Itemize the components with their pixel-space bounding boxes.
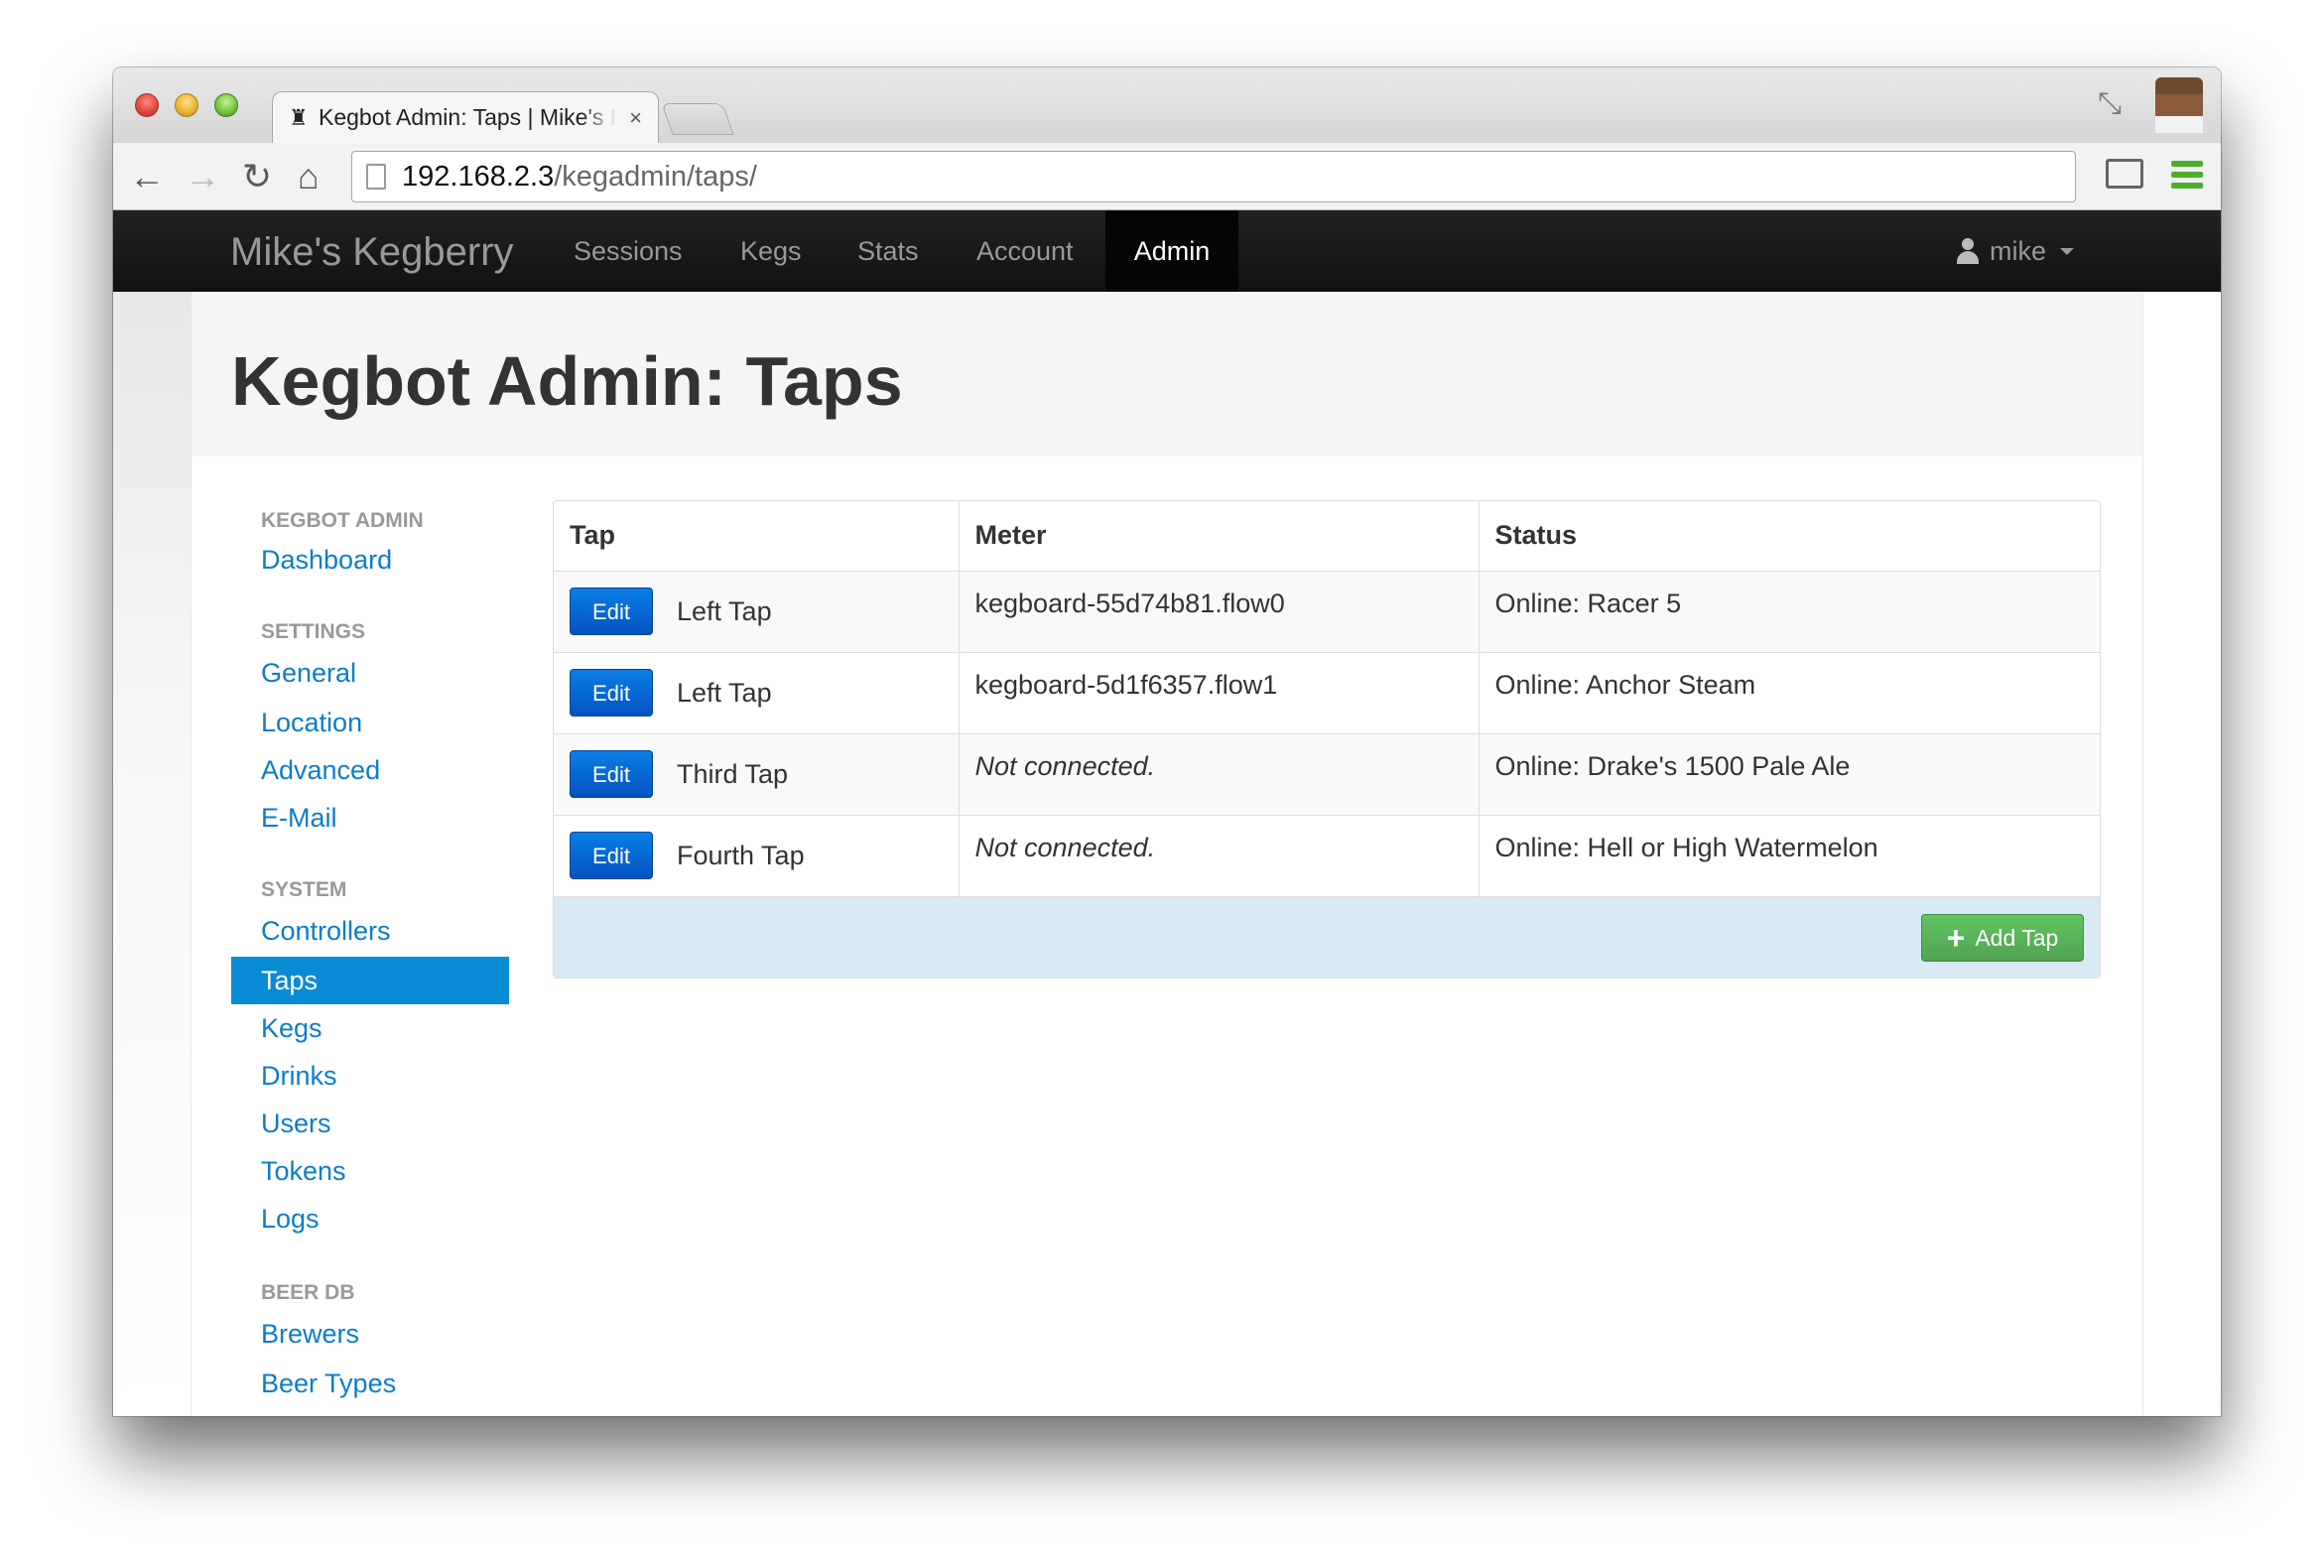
new-tab-button[interactable] [661, 103, 734, 135]
table-row: Edit Third Tap Not connected. Online: Dra… [554, 732, 2100, 815]
edit-button[interactable]: Edit [570, 588, 653, 635]
hamburger-menu-icon[interactable] [2171, 161, 2203, 189]
tab-strip: ♜ Kegbot Admin: Taps | Mike's Kegberry ×… [113, 67, 2221, 143]
sidebar-item-taps[interactable]: Taps [231, 957, 509, 1004]
plus-icon: + [1946, 920, 1966, 956]
main-container: Kegbot Admin: Taps Kegbot Admin Dashboar… [191, 292, 2143, 1416]
nav-stats[interactable]: Stats [857, 210, 919, 292]
sidebar-item-logs[interactable]: Logs [231, 1195, 509, 1242]
web-page: Mike's Kegberry Sessions Kegs Stats Acco… [113, 210, 2221, 1416]
sidebar-item-users[interactable]: Users [231, 1100, 509, 1147]
column-header-status: Status [1479, 501, 2100, 572]
sidebar-header-settings: Settings [261, 620, 366, 643]
table-footer: + Add Tap [554, 896, 2100, 978]
sidebar-header-system: System [261, 878, 347, 901]
tap-name: Left Tap [677, 677, 772, 708]
column-header-meter: Meter [959, 501, 1480, 572]
meter-name: Not connected. [974, 750, 1156, 781]
sidebar-header-beer-db: Beer DB [261, 1281, 355, 1304]
table-row: Edit Fourth Tap Not connected. Online: He… [554, 814, 2100, 896]
sidebar-item-beer-types[interactable]: Beer Types [231, 1360, 509, 1407]
page-icon [366, 164, 386, 190]
sidebar-item-kegs[interactable]: Kegs [231, 1004, 509, 1052]
table-row: Edit Left Tap kegboard-55d74b81.flow0 Onl… [554, 570, 2100, 652]
tab-title: Kegbot Admin: Taps | Mike's Kegberry [319, 104, 617, 130]
admin-sidebar: Kegbot Admin Dashboard Settings General … [231, 506, 509, 1407]
meter-name: Not connected. [974, 832, 1156, 862]
tab-close-icon[interactable]: × [629, 105, 642, 131]
url-host: 192.168.2.3 [402, 160, 555, 193]
add-tap-button[interactable]: + Add Tap [1921, 914, 2084, 962]
user-icon [1956, 238, 1980, 264]
top-navbar: Mike's Kegberry Sessions Kegs Stats Acco… [113, 210, 2221, 292]
tap-name: Fourth Tap [677, 840, 805, 870]
sidebar-item-location[interactable]: Location [231, 699, 509, 746]
tap-status: Online: Anchor Steam [1494, 669, 1756, 700]
url-path: /kegadmin/taps/ [554, 160, 757, 193]
meter-name: kegboard-55d74b81.flow0 [974, 588, 1285, 618]
edit-button[interactable]: Edit [570, 669, 653, 717]
fullscreen-icon[interactable]: ⤡ [2098, 87, 2122, 121]
chevron-down-icon [2060, 247, 2074, 255]
nav-account[interactable]: Account [976, 210, 1074, 292]
sidebar-item-advanced[interactable]: Advanced [231, 746, 509, 794]
browser-toolbar: ← → ↻ ⌂ 192.168.2.3/kegadmin/taps/ [113, 143, 2221, 210]
edit-button[interactable]: Edit [570, 832, 653, 880]
minimize-window-button[interactable] [175, 93, 198, 117]
close-window-button[interactable] [135, 93, 159, 117]
tap-status: Online: Drake's 1500 Pale Ale [1494, 750, 1851, 781]
tap-status: Online: Racer 5 [1494, 588, 1682, 618]
tap-name: Third Tap [677, 758, 789, 789]
cast-icon[interactable] [2106, 159, 2143, 189]
user-menu[interactable]: mike [1956, 210, 2074, 292]
sidebar-item-brewers[interactable]: Brewers [231, 1308, 509, 1360]
browser-window: ♜ Kegbot Admin: Taps | Mike's Kegberry ×… [113, 67, 2221, 1416]
sidebar-item-tokens[interactable]: Tokens [231, 1147, 509, 1195]
sidebar-item-dashboard[interactable]: Dashboard [231, 536, 509, 584]
home-icon[interactable]: ⌂ [298, 155, 320, 198]
forward-arrow-icon[interactable]: → [185, 155, 220, 198]
sidebar-item-email[interactable]: E-Mail [231, 794, 509, 842]
page-header: Kegbot Admin: Taps [192, 292, 2142, 457]
sidebar-item-general[interactable]: General [231, 647, 509, 699]
back-arrow-icon[interactable]: ← [129, 155, 165, 198]
brand-link[interactable]: Mike's Kegberry [230, 230, 514, 275]
tap-status: Online: Hell or High Watermelon [1494, 832, 1878, 862]
sidebar-item-drinks[interactable]: Drinks [231, 1052, 509, 1100]
profile-avatar[interactable] [2155, 77, 2203, 133]
page-title: Kegbot Admin: Taps [231, 342, 903, 420]
nav-admin[interactable]: Admin [1105, 210, 1238, 292]
sidebar-item-controllers[interactable]: Controllers [231, 905, 509, 957]
kegbot-favicon-icon: ♜ [289, 104, 309, 130]
meter-name: kegboard-5d1f6357.flow1 [974, 669, 1278, 700]
edit-button[interactable]: Edit [570, 750, 653, 798]
user-name: mike [1989, 236, 2046, 266]
tap-name: Left Tap [677, 595, 772, 626]
nav-kegs[interactable]: Kegs [740, 210, 802, 292]
address-bar[interactable]: 192.168.2.3/kegadmin/taps/ [351, 151, 2076, 202]
zoom-window-button[interactable] [214, 93, 238, 117]
table-row: Edit Left Tap kegboard-5d1f6357.flow1 Onl… [554, 651, 2100, 733]
taps-table: Tap Meter Status Edit Left Tap kegboard-5… [553, 500, 2101, 979]
add-tap-label: Add Tap [1975, 924, 2059, 951]
sidebar-header-kegbot-admin: Kegbot Admin [261, 509, 424, 532]
reload-icon[interactable]: ↻ [242, 155, 272, 198]
nav-sessions[interactable]: Sessions [574, 210, 683, 292]
background-gutter [113, 292, 191, 1416]
column-header-tap: Tap [554, 501, 960, 572]
browser-tab[interactable]: ♜ Kegbot Admin: Taps | Mike's Kegberry × [272, 91, 659, 143]
